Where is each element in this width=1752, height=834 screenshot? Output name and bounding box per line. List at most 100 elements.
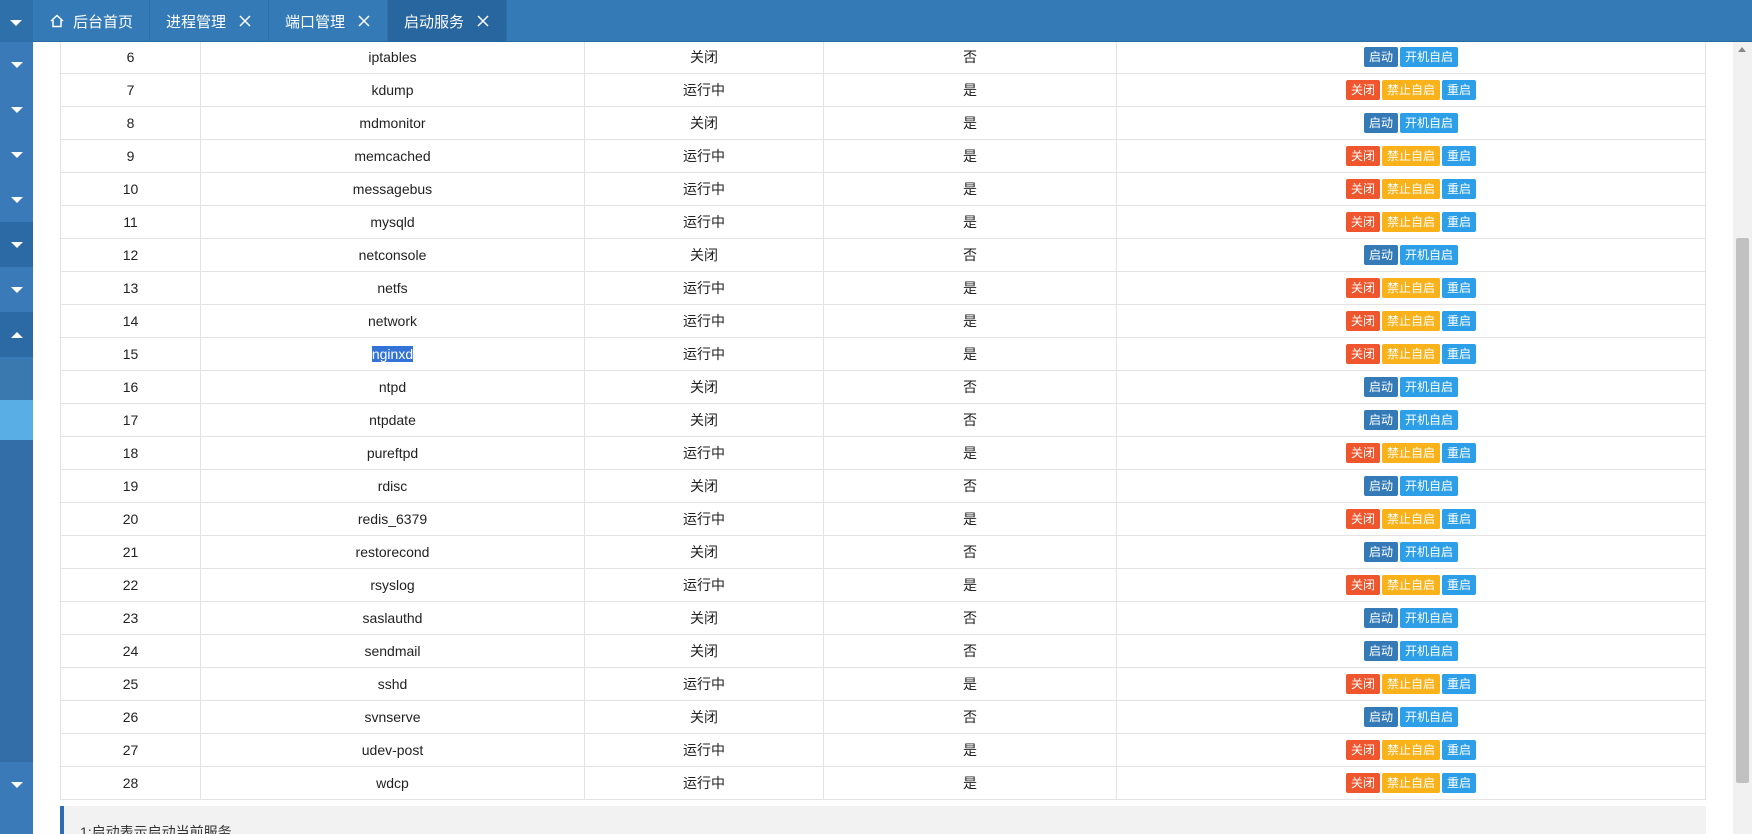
stop-button[interactable]: 关闭 <box>1345 179 1380 199</box>
cell-name: sendmail <box>200 634 585 668</box>
stop-button[interactable]: 关闭 <box>1345 443 1380 463</box>
disable-autostart-button[interactable]: 禁止自启 <box>1381 443 1440 463</box>
table-row: 16 ntpd 关闭否启动 开机自启 <box>60 370 1706 404</box>
start-button[interactable]: 启动 <box>1363 410 1398 430</box>
restart-button[interactable]: 重启 <box>1442 740 1477 760</box>
disable-autostart-button[interactable]: 禁止自启 <box>1381 179 1440 199</box>
start-button[interactable]: 启动 <box>1363 377 1398 397</box>
stop-button[interactable]: 关闭 <box>1345 212 1380 232</box>
disable-autostart-button[interactable]: 禁止自启 <box>1381 311 1440 331</box>
sidebar-item-3[interactable] <box>0 132 33 177</box>
caret-down-icon <box>10 106 23 113</box>
disable-autostart-button[interactable]: 禁止自启 <box>1381 773 1440 793</box>
stop-button[interactable]: 关闭 <box>1345 674 1380 694</box>
start-button[interactable]: 启动 <box>1363 608 1398 628</box>
enable-autostart-button[interactable]: 开机自启 <box>1400 476 1459 496</box>
enable-autostart-button[interactable]: 开机自启 <box>1400 47 1459 67</box>
restart-button[interactable]: 重启 <box>1442 344 1477 364</box>
start-button[interactable]: 启动 <box>1363 47 1398 67</box>
restart-button[interactable]: 重启 <box>1442 146 1477 166</box>
tab-process-management[interactable]: 进程管理 <box>150 0 270 42</box>
start-button[interactable]: 启动 <box>1363 245 1398 265</box>
enable-autostart-button[interactable]: 开机自启 <box>1400 608 1459 628</box>
enable-autostart-button[interactable]: 开机自启 <box>1400 377 1459 397</box>
sidebar-item-1[interactable] <box>0 42 33 87</box>
sidebar-item-6[interactable] <box>0 267 33 312</box>
tab-home[interactable]: 后台首页 <box>33 0 151 42</box>
restart-button[interactable]: 重启 <box>1442 443 1477 463</box>
restart-button[interactable]: 重启 <box>1442 179 1477 199</box>
cell-actions: 关闭 禁止自启 重启 <box>1116 568 1706 602</box>
stop-button[interactable]: 关闭 <box>1345 344 1380 364</box>
start-button[interactable]: 启动 <box>1363 113 1398 133</box>
disable-autostart-button[interactable]: 禁止自启 <box>1381 344 1440 364</box>
close-icon[interactable] <box>476 14 490 28</box>
restart-button[interactable]: 重启 <box>1442 278 1477 298</box>
stop-button[interactable]: 关闭 <box>1345 311 1380 331</box>
sidebar-item-7[interactable] <box>0 312 33 357</box>
cell-actions: 关闭 禁止自启 重启 <box>1116 733 1706 767</box>
enable-autostart-button[interactable]: 开机自启 <box>1400 707 1459 727</box>
disable-autostart-button[interactable]: 禁止自启 <box>1381 509 1440 529</box>
menu-toggle-button[interactable] <box>0 0 33 42</box>
disable-autostart-button[interactable]: 禁止自启 <box>1381 740 1440 760</box>
scroll-up-arrow-icon[interactable] <box>1738 47 1746 52</box>
sidebar-item-8[interactable] <box>0 762 33 807</box>
sidebar-subitem-1[interactable] <box>0 360 33 400</box>
enable-autostart-button[interactable]: 开机自启 <box>1400 542 1459 562</box>
restart-button[interactable]: 重启 <box>1442 674 1477 694</box>
cell-id: 20 <box>60 502 201 536</box>
enable-autostart-button[interactable]: 开机自启 <box>1400 245 1459 265</box>
caret-up-icon <box>10 331 23 338</box>
close-icon[interactable] <box>357 14 371 28</box>
start-button[interactable]: 启动 <box>1363 476 1398 496</box>
stop-button[interactable]: 关闭 <box>1345 146 1380 166</box>
start-button[interactable]: 启动 <box>1363 542 1398 562</box>
disable-autostart-button[interactable]: 禁止自启 <box>1381 146 1440 166</box>
disable-autostart-button[interactable]: 禁止自启 <box>1381 212 1440 232</box>
stop-button[interactable]: 关闭 <box>1345 773 1380 793</box>
cell-status: 运行中 <box>584 733 824 767</box>
cell-name: ntpd <box>200 370 585 404</box>
disable-autostart-button[interactable]: 禁止自启 <box>1381 674 1440 694</box>
table-row: 15 nginxd 运行中是关闭 禁止自启 重启 <box>60 337 1706 371</box>
caret-down-icon <box>10 196 23 203</box>
restart-button[interactable]: 重启 <box>1442 575 1477 595</box>
sidebar-item-5[interactable] <box>0 222 33 267</box>
stop-button[interactable]: 关闭 <box>1345 80 1380 100</box>
restart-button[interactable]: 重启 <box>1442 80 1477 100</box>
cell-autostart: 是 <box>823 172 1117 206</box>
sidebar-subitem-active[interactable] <box>0 400 33 440</box>
disable-autostart-button[interactable]: 禁止自启 <box>1381 575 1440 595</box>
caret-down-icon <box>10 286 23 293</box>
stop-button[interactable]: 关闭 <box>1345 278 1380 298</box>
restart-button[interactable]: 重启 <box>1442 773 1477 793</box>
table-row: 6 iptables 关闭否启动 开机自启 <box>60 42 1706 74</box>
enable-autostart-button[interactable]: 开机自启 <box>1400 410 1459 430</box>
scrollbar-thumb[interactable] <box>1736 238 1749 783</box>
enable-autostart-button[interactable]: 开机自启 <box>1400 113 1459 133</box>
cell-name: saslauthd <box>200 601 585 635</box>
service-name: netfs <box>377 280 408 296</box>
cell-id: 22 <box>60 568 201 602</box>
start-button[interactable]: 启动 <box>1363 641 1398 661</box>
sidebar-item-4[interactable] <box>0 177 33 222</box>
enable-autostart-button[interactable]: 开机自启 <box>1400 641 1459 661</box>
tab-port-management[interactable]: 端口管理 <box>269 0 389 42</box>
close-icon[interactable] <box>238 14 252 28</box>
restart-button[interactable]: 重启 <box>1442 311 1477 331</box>
stop-button[interactable]: 关闭 <box>1345 740 1380 760</box>
restart-button[interactable]: 重启 <box>1442 212 1477 232</box>
stop-button[interactable]: 关闭 <box>1345 575 1380 595</box>
cell-autostart: 是 <box>823 568 1117 602</box>
cell-name: restorecond <box>200 535 585 569</box>
sidebar-item-2[interactable] <box>0 87 33 132</box>
stop-button[interactable]: 关闭 <box>1345 509 1380 529</box>
start-button[interactable]: 启动 <box>1363 707 1398 727</box>
restart-button[interactable]: 重启 <box>1442 509 1477 529</box>
service-name: sshd <box>377 676 408 692</box>
disable-autostart-button[interactable]: 禁止自启 <box>1381 278 1440 298</box>
tab-startup-services[interactable]: 启动服务 <box>388 0 508 42</box>
vertical-scrollbar[interactable] <box>1733 42 1752 834</box>
disable-autostart-button[interactable]: 禁止自启 <box>1381 80 1440 100</box>
